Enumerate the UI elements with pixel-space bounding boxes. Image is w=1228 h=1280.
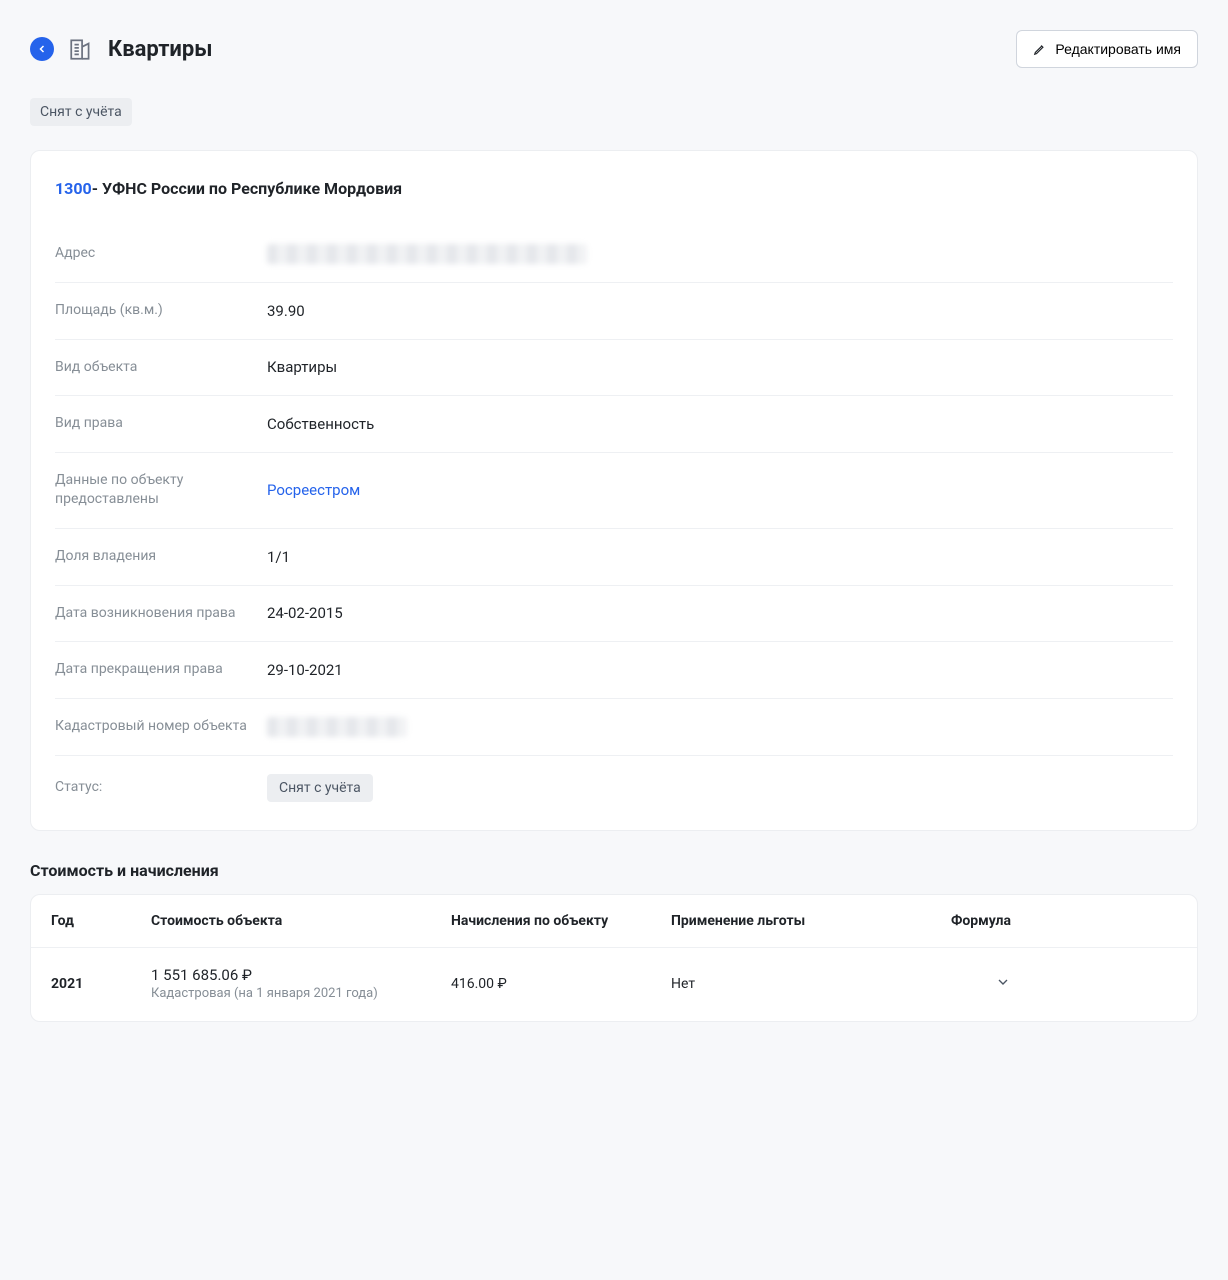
label-address: Адрес [55, 244, 255, 264]
cost-table: Год Стоимость объекта Начисления по объе… [30, 894, 1198, 1022]
label-status: Статус: [55, 778, 255, 798]
label-right-start: Дата возникновения права [55, 604, 255, 624]
label-object-type: Вид объекта [55, 358, 255, 378]
label-right-end: Дата прекращения права [55, 660, 255, 680]
cell-cost-main: 1 551 685.06 ₽ [151, 966, 451, 984]
row-ownership-share: Доля владения 1/1 [55, 529, 1173, 586]
cell-formula [931, 974, 1011, 994]
arrow-left-icon [36, 43, 48, 55]
status-chip: Снят с учёта [267, 774, 373, 802]
label-cadastral: Кадастровый номер объекта [55, 717, 255, 737]
row-object-type: Вид объекта Квартиры [55, 340, 1173, 397]
edit-name-button[interactable]: Редактировать имя [1016, 30, 1198, 68]
cell-cost-sub: Кадастровая (на 1 января 2021 года) [151, 986, 451, 1003]
value-address [267, 244, 587, 264]
expand-row-button[interactable] [995, 974, 1011, 990]
value-right-start: 24-02-2015 [267, 604, 343, 622]
page-header: Квартиры Редактировать имя [30, 30, 1198, 68]
value-cadastral [267, 717, 407, 737]
table-row: 2021 1 551 685.06 ₽ Кадастровая (на 1 ян… [31, 948, 1197, 1021]
row-right-start: Дата возникновения права 24-02-2015 [55, 586, 1173, 643]
org-code: 1300 [55, 179, 92, 198]
col-header-benefit: Применение льготы [671, 913, 931, 929]
label-right-type: Вид права [55, 414, 255, 434]
row-address: Адрес [55, 226, 1173, 283]
pencil-icon [1033, 42, 1047, 56]
value-provided-by[interactable]: Росреестром [267, 481, 360, 499]
details-card: 1300- УФНС России по Республике Мордовия… [30, 150, 1198, 831]
cell-benefit: Нет [671, 976, 931, 992]
label-ownership-share: Доля владения [55, 547, 255, 567]
value-right-type: Собственность [267, 415, 374, 433]
row-provided-by: Данные по объекту предоставлены Росреест… [55, 453, 1173, 529]
label-area: Площадь (кв.м.) [55, 301, 255, 321]
row-area: Площадь (кв.м.) 39.90 [55, 283, 1173, 340]
table-header-row: Год Стоимость объекта Начисления по объе… [31, 895, 1197, 948]
row-right-type: Вид права Собственность [55, 396, 1173, 453]
row-right-end: Дата прекращения права 29-10-2021 [55, 642, 1173, 699]
header-left: Квартиры [30, 36, 213, 62]
col-header-year: Год [51, 913, 151, 929]
value-object-type: Квартиры [267, 358, 337, 376]
value-ownership-share: 1/1 [267, 548, 290, 566]
redacted-address [267, 244, 587, 264]
row-cadastral: Кадастровый номер объекта [55, 699, 1173, 756]
cell-charges: 416.00 ₽ [451, 976, 671, 992]
col-header-cost: Стоимость объекта [151, 913, 451, 929]
label-provided-by: Данные по объекту предоставлены [55, 471, 255, 510]
chevron-down-icon [995, 974, 1011, 990]
page-title: Квартиры [108, 37, 213, 62]
cell-cost: 1 551 685.06 ₽ Кадастровая (на 1 января … [151, 966, 451, 1003]
status-badge-top: Снят с учёта [30, 98, 132, 126]
value-status: Снят с учёта [267, 774, 373, 802]
back-button[interactable] [30, 37, 54, 61]
redacted-cadastral [267, 717, 407, 737]
col-header-charges: Начисления по объекту [451, 913, 671, 929]
value-right-end: 29-10-2021 [267, 661, 343, 679]
cost-section-title: Стоимость и начисления [30, 861, 1198, 880]
org-name: - УФНС России по Республике Мордовия [92, 179, 402, 198]
row-status: Статус: Снят с учёта [55, 756, 1173, 820]
edit-name-label: Редактировать имя [1055, 41, 1181, 57]
building-icon [68, 36, 94, 62]
value-area: 39.90 [267, 302, 305, 320]
col-header-formula: Формула [931, 913, 1011, 929]
cell-year: 2021 [51, 976, 151, 992]
card-title: 1300- УФНС России по Республике Мордовия [55, 179, 1173, 198]
